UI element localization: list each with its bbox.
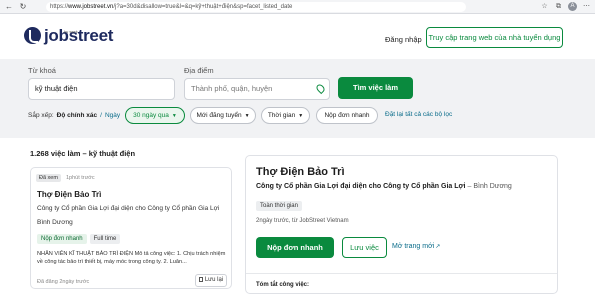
more-icon[interactable]: ⋯ <box>582 2 591 11</box>
keyword-input[interactable]: kỹ thuật điện <box>28 78 175 100</box>
sort-control: Sắp xếp: Độ chính xác / Ngày <box>28 107 120 124</box>
filter-quick-apply[interactable]: Nộp đơn nhanh <box>316 107 378 124</box>
logo-text: jobstreet <box>44 25 114 45</box>
results-count: 1.268 việc làm – kỹ thuật điện <box>30 149 136 158</box>
extensions-icon[interactable]: ⧉ <box>554 2 563 11</box>
chevron-down-icon: ▼ <box>298 113 304 119</box>
url-path: /j?a=30d&disallow=true&l=&q=kỹ+thuật+điệ… <box>113 4 293 10</box>
filter-quick-apply-label: Nộp đơn nhanh <box>324 112 370 119</box>
sort-separator: / <box>100 112 102 119</box>
job-card-description: NHÂN VIÊN KĨ THUẬT BẢO TRÌ ĐIỆN Mô tả cô… <box>37 251 226 265</box>
bookmark-icon <box>198 277 203 282</box>
job-detail-work-type: Toàn thời gian <box>256 201 302 211</box>
back-arrow-icon[interactable]: ← <box>4 2 14 12</box>
location-pin-icon <box>314 82 327 95</box>
job-detail-panel: Thợ Điện Bảo Trì Công ty Cổ phần Gia Lợi… <box>245 155 558 294</box>
external-link-icon: ↗ <box>435 244 441 250</box>
site-header: jobstreet by seek Đăng nhập Truy cập tra… <box>0 15 595 59</box>
job-detail-separator: – <box>467 183 472 190</box>
job-detail-location[interactable]: Bình Dương <box>473 183 511 190</box>
employer-site-button[interactable]: Truy cập trang web của nhà tuyển dụng <box>426 27 563 48</box>
location-label: Địa điểm <box>184 66 214 75</box>
logo-subtitle: by seek <box>64 29 78 34</box>
job-card-location[interactable]: Bình Dương <box>37 219 73 226</box>
save-job-label: Lưu lại <box>204 277 224 283</box>
seen-badge: Đã xem <box>36 174 61 182</box>
quick-apply-button[interactable]: Nộp đơn nhanh <box>256 237 334 258</box>
filter-work-type-label: Thời gian <box>267 112 296 119</box>
filter-work-type[interactable]: Thời gian ▼ <box>261 107 310 124</box>
save-job-button[interactable]: Lưu lại <box>195 274 227 287</box>
sort-relevance[interactable]: Độ chính xác <box>57 112 97 119</box>
url-prefix: https:// <box>50 4 69 10</box>
search-button[interactable]: Tìm việc làm <box>338 77 413 99</box>
job-summary-heading: Tóm tắt công việc: <box>256 282 310 288</box>
open-new-tab-label: Mở trang mới <box>392 243 435 250</box>
job-card-tags: Đã xem 1phút trước <box>36 174 95 182</box>
url-host: www.jobstreet.vn <box>68 4 114 10</box>
work-type-badge: Full time <box>89 234 121 244</box>
location-input[interactable]: Thành phố, quận, huyện <box>184 78 330 100</box>
job-card[interactable]: Đã xem 1phút trước Thợ Điện Bảo Trì Công… <box>30 167 232 289</box>
quick-apply-badge: Nộp đơn nhanh <box>37 234 87 244</box>
filter-new-jobs[interactable]: Mới đăng tuyển ▼ <box>190 107 256 124</box>
job-detail-title: Thợ Điện Bảo Trì <box>256 166 345 178</box>
job-card-company[interactable]: Công ty Cổ phần Gia Lợi đại diện cho Côn… <box>37 205 219 212</box>
chevron-down-icon: ▼ <box>171 113 177 119</box>
job-detail-company[interactable]: Công ty Cổ phần Gia Lợi đại diện cho Côn… <box>256 183 465 190</box>
job-card-title[interactable]: Thợ Điện Bảo Trì <box>37 190 101 199</box>
reset-filters-link[interactable]: Đặt lại tất cả các bộ lọc <box>385 111 452 118</box>
save-job-detail-button[interactable]: Lưu việc <box>342 237 387 258</box>
job-card-footer: Đã đăng 2ngày trước <box>37 279 90 285</box>
filter-listed-date-label: 30 ngày qua <box>133 112 169 119</box>
logo-mark-icon <box>24 27 41 44</box>
filter-listed-date[interactable]: 30 ngày qua ▼ <box>125 107 185 124</box>
keyword-label: Từ khoá <box>28 66 56 75</box>
sort-date[interactable]: Ngày <box>105 112 120 119</box>
job-detail-company-line: Công ty Cổ phần Gia Lợi đại diện cho Côn… <box>256 183 512 190</box>
job-card-badges: Nộp đơn nhanh Full time <box>37 234 121 244</box>
avatar[interactable]: A <box>568 2 577 11</box>
chevron-down-icon: ▼ <box>244 113 250 119</box>
star-icon[interactable]: ☆ <box>540 2 549 11</box>
login-link[interactable]: Đăng nhập <box>385 35 422 44</box>
divider <box>246 273 557 274</box>
sort-label: Sắp xếp: <box>28 112 54 119</box>
browser-toolbar: ← ↻ https://www.jobstreet.vn/j?a=30d&dis… <box>0 0 595 14</box>
address-bar[interactable]: https://www.jobstreet.vn/j?a=30d&disallo… <box>46 2 466 12</box>
posted-time: 1phút trước <box>65 175 95 181</box>
open-new-tab-link[interactable]: Mở trang mới↗ <box>392 243 440 250</box>
browser-actions: ☆ ⧉ A ⋯ <box>540 2 591 11</box>
reload-icon[interactable]: ↻ <box>18 2 28 12</box>
location-placeholder: Thành phố, quận, huyện <box>191 84 273 93</box>
job-detail-posted: 2ngày trước, từ JobStreet Vietnam <box>256 218 349 224</box>
filter-new-jobs-label: Mới đăng tuyển <box>196 112 242 119</box>
